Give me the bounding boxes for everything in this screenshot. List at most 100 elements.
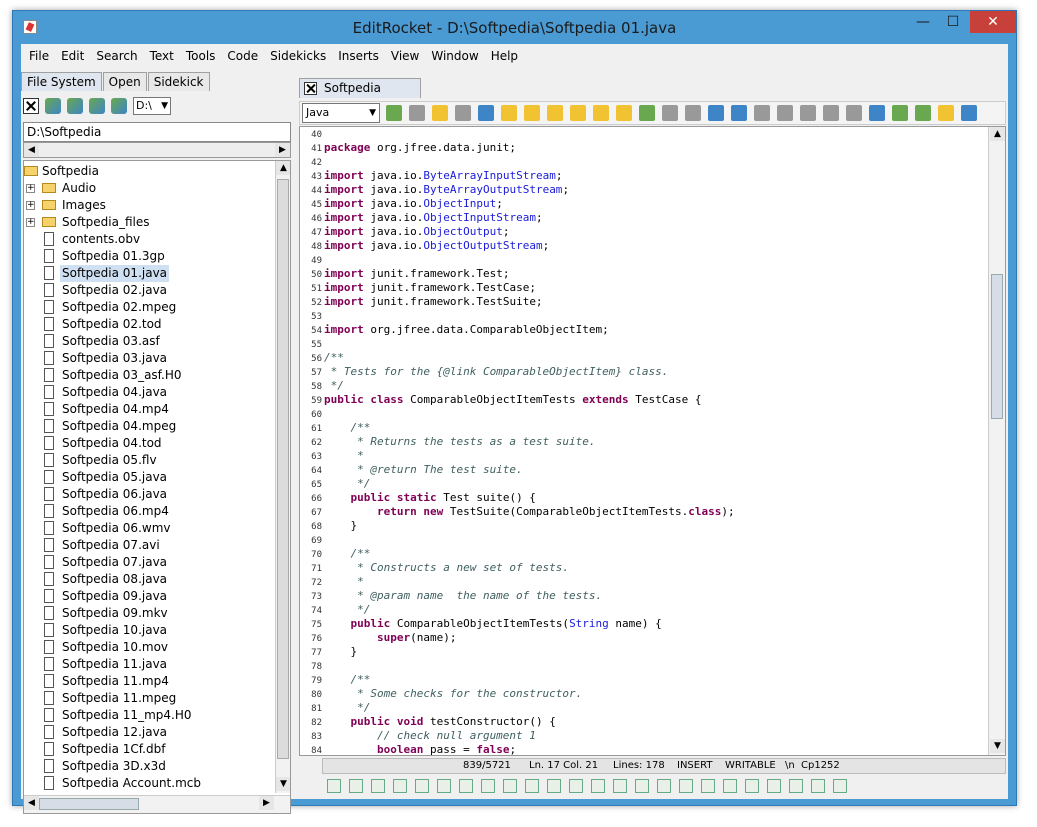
code-editor[interactable]: 40 41 package org.jfree.data.junit; 42 43 imp… <box>299 126 1006 756</box>
tree-file-item[interactable]: Softpedia 11.mpeg <box>24 690 274 707</box>
tab-softpedia-01-java[interactable]: Softpedia 01.java <box>299 78 421 114</box>
code-line[interactable]: 49 <box>300 253 990 267</box>
code-line[interactable]: 71 * Constructs a new set of tests. <box>300 561 990 575</box>
tree-file-item[interactable]: Softpedia 10.mov <box>24 639 274 656</box>
debug-icon[interactable] <box>570 105 586 121</box>
check-icon[interactable] <box>459 779 473 793</box>
menu-file[interactable]: File <box>23 44 55 68</box>
language-select[interactable]: Java ▼ <box>302 103 380 123</box>
code-line[interactable]: 77 } <box>300 645 990 659</box>
path-field[interactable]: D:\Softpedia <box>23 122 291 142</box>
tree-file-item[interactable]: contents.obv <box>24 231 274 248</box>
tree-file-item[interactable]: Softpedia 07.avi <box>24 537 274 554</box>
code-line[interactable]: 73 * @param name the name of the tests. <box>300 589 990 603</box>
tab-file-system[interactable]: File System <box>21 72 102 91</box>
outline-icon[interactable] <box>327 779 341 793</box>
menu-text[interactable]: Text <box>144 44 180 68</box>
menu-search[interactable]: Search <box>90 44 143 68</box>
browser-preview-icon[interactable] <box>892 105 908 121</box>
menu-sidekicks[interactable]: Sidekicks <box>264 44 332 68</box>
code-line[interactable]: 56/** <box>300 351 990 365</box>
code-line[interactable]: 53 <box>300 309 990 323</box>
expand-icon[interactable]: + <box>26 218 35 227</box>
tree-file-item[interactable]: Softpedia 09.java <box>24 588 274 605</box>
tree-file-item[interactable]: Softpedia 04.mp4 <box>24 401 274 418</box>
run-icon[interactable] <box>501 105 517 121</box>
save-icon[interactable] <box>455 105 471 121</box>
list-icon[interactable] <box>547 779 561 793</box>
code-line[interactable]: 41 package org.jfree.data.junit; <box>300 141 990 155</box>
code-line[interactable]: 60 <box>300 407 990 421</box>
drive-select[interactable]: D:\ ▼ <box>133 97 171 115</box>
tree-folder-item[interactable]: + Images <box>24 197 274 214</box>
frame-icon[interactable] <box>591 779 605 793</box>
code-line[interactable]: 54 import org.jfree.data.ComparableObject… <box>300 323 990 337</box>
menu-tools[interactable]: Tools <box>180 44 222 68</box>
close-button[interactable]: ✕ <box>970 11 1016 33</box>
close-panel-icon[interactable] <box>23 98 39 114</box>
compile-icon[interactable] <box>524 105 540 121</box>
refresh-icon[interactable] <box>67 98 83 114</box>
tree-file-item[interactable]: Softpedia 11_mp4.H0 <box>24 707 274 724</box>
tab-open[interactable]: Open <box>102 72 147 91</box>
path-scrollbar[interactable]: ◀ ▶ <box>23 142 291 158</box>
code-line[interactable]: 44 import java.io.ByteArrayOutputStream; <box>300 183 990 197</box>
code-line[interactable]: 82 public void testConstructor() { <box>300 715 990 729</box>
tree-file-item[interactable]: Softpedia 09.mkv <box>24 605 274 622</box>
tree-file-item[interactable]: Softpedia 01.3gp <box>24 248 274 265</box>
code-line[interactable]: 61 /** <box>300 421 990 435</box>
tree-icon[interactable] <box>723 779 737 793</box>
insert-icon[interactable] <box>616 105 632 121</box>
tree-file-item[interactable]: Softpedia 04.tod <box>24 435 274 452</box>
menu-code[interactable]: Code <box>221 44 264 68</box>
tree-file-item[interactable]: Softpedia 02.tod <box>24 316 274 333</box>
script-icon[interactable] <box>961 105 977 121</box>
tree-file-item[interactable]: Softpedia 03.java <box>24 350 274 367</box>
info-icon[interactable] <box>811 779 825 793</box>
tree-file-item[interactable]: Softpedia 04.mpeg <box>24 418 274 435</box>
tree-file-item[interactable]: Softpedia 1Cf.dbf <box>24 741 274 758</box>
code-line[interactable]: 84 boolean pass = false; <box>300 743 990 755</box>
file-tree-vscroll-thumb[interactable] <box>277 179 289 759</box>
scroll-up-icon[interactable]: ▲ <box>276 161 290 175</box>
tree-folder-item[interactable]: + Softpedia_files <box>24 214 274 231</box>
unfold-icon[interactable] <box>731 105 747 121</box>
file-tree-vscrollbar[interactable]: ▲ ▼ <box>275 161 290 793</box>
tree-options-icon[interactable] <box>111 98 127 114</box>
minimize-button[interactable]: — <box>908 11 938 33</box>
maximize-button[interactable]: ☐ <box>938 11 968 33</box>
tree-file-item[interactable]: Softpedia 03_asf.H0 <box>24 367 274 384</box>
binary-icon[interactable] <box>745 779 759 793</box>
tree-file-item[interactable]: Softpedia 02.java <box>24 282 274 299</box>
code-line[interactable]: 40 <box>300 127 990 141</box>
build-icon[interactable] <box>547 105 563 121</box>
tree-file-item[interactable]: Softpedia 02.mpeg <box>24 299 274 316</box>
tree-file-item[interactable]: Softpedia 01.java <box>24 265 274 282</box>
new-file-icon[interactable] <box>409 105 425 121</box>
tree-file-item[interactable]: Softpedia Account.mcb <box>24 775 274 792</box>
table-icon[interactable] <box>679 779 693 793</box>
dropdown-icon[interactable] <box>525 779 539 793</box>
tree-file-item[interactable]: Softpedia 11.java <box>24 656 274 673</box>
tree-file-item[interactable]: Softpedia 3D.x3d <box>24 758 274 775</box>
scroll-left-icon[interactable]: ◀ <box>24 796 39 810</box>
cut-icon[interactable] <box>800 105 816 121</box>
tree-file-item[interactable]: Softpedia 06.java <box>24 486 274 503</box>
code-line[interactable]: 66 public static Test suite() { <box>300 491 990 505</box>
scroll-left-icon[interactable]: ◀ <box>24 143 39 157</box>
tree-file-item[interactable]: Softpedia 04.java <box>24 384 274 401</box>
move-up-icon[interactable] <box>685 105 701 121</box>
expand-icon[interactable]: + <box>26 201 35 210</box>
tag-icon[interactable] <box>613 779 627 793</box>
properties-icon[interactable] <box>938 105 954 121</box>
tree-file-item[interactable]: Softpedia 11.mp4 <box>24 673 274 690</box>
tree-file-item[interactable]: Softpedia 05.flv <box>24 452 274 469</box>
code-line[interactable]: 64 * @return The test suite. <box>300 463 990 477</box>
code-line[interactable]: 45 import java.io.ObjectInput; <box>300 197 990 211</box>
undo-icon[interactable] <box>754 105 770 121</box>
paste-icon[interactable] <box>846 105 862 121</box>
file-tree-hscroll-thumb[interactable] <box>39 798 139 810</box>
fold-icon[interactable] <box>708 105 724 121</box>
scroll-down-icon[interactable]: ▼ <box>990 739 1005 753</box>
code-line[interactable]: 76 super(name); <box>300 631 990 645</box>
